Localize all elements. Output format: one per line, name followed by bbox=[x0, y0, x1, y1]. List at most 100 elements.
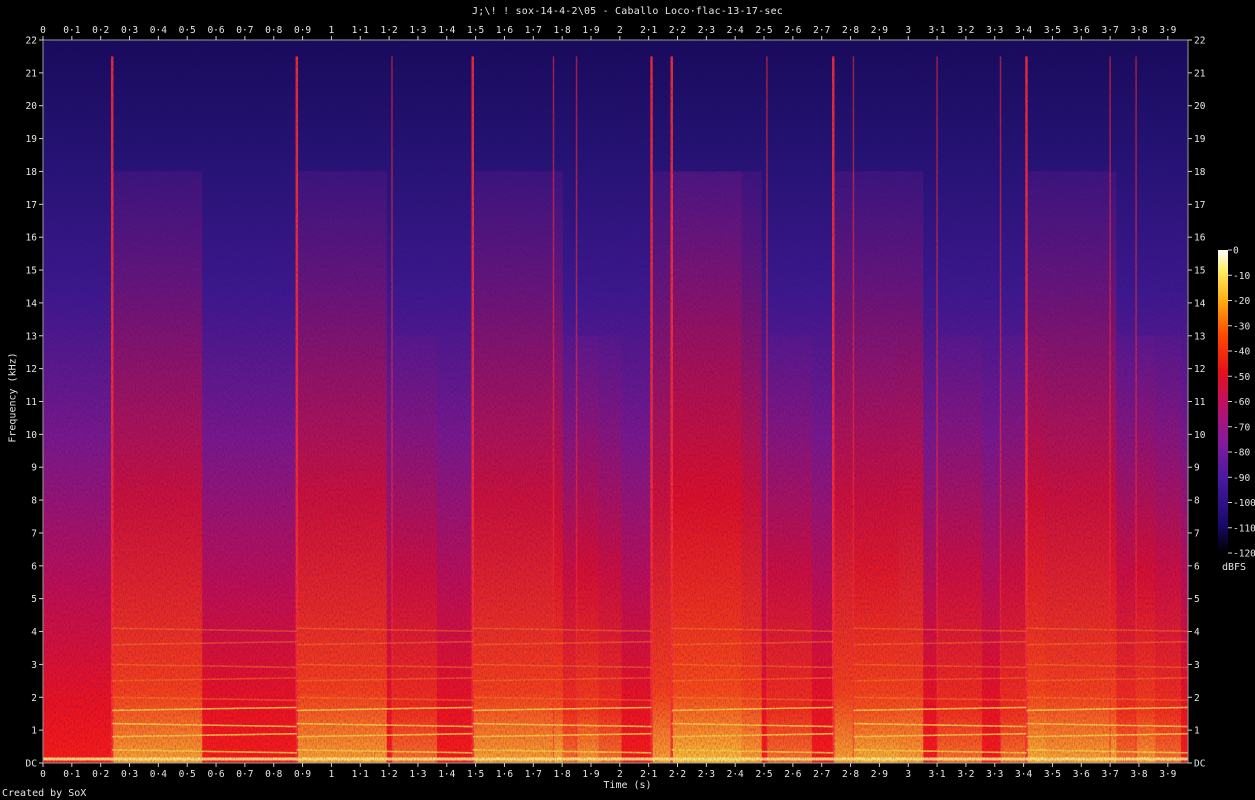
x-tick-label: 1·5 bbox=[467, 25, 484, 36]
colorbar-tick-label: -40 bbox=[1233, 347, 1250, 358]
x-tick-label: 0·5 bbox=[179, 25, 196, 36]
x-tick-label: 0·9 bbox=[294, 769, 311, 780]
y-tick-label: 2 bbox=[31, 693, 37, 704]
y-tick-label: 16 bbox=[1194, 233, 1206, 244]
x-tick-label: 2·8 bbox=[842, 25, 859, 36]
colorbar-tick-label: -70 bbox=[1233, 422, 1250, 433]
x-tick-label: 0·1 bbox=[63, 25, 80, 36]
x-tick-label: 1·4 bbox=[438, 769, 455, 780]
x-tick-label: 3·7 bbox=[1102, 769, 1119, 780]
y-tick-label: 22 bbox=[26, 36, 37, 47]
x-tick-label: 3·8 bbox=[1130, 769, 1147, 780]
y-tick-label: 17 bbox=[26, 200, 37, 211]
y-tick-label: 8 bbox=[31, 496, 37, 507]
x-tick-label: 1·1 bbox=[352, 25, 369, 36]
y-tick-label: 7 bbox=[31, 528, 37, 539]
y-tick-label: 18 bbox=[26, 167, 38, 178]
x-tick-label: 3·1 bbox=[928, 25, 945, 36]
x-tick-label: 3·3 bbox=[986, 769, 1003, 780]
spectrogram-plot-area bbox=[42, 39, 1189, 764]
colorbar-tick-label: -120 bbox=[1233, 549, 1255, 560]
y-tick-label: 11 bbox=[26, 397, 38, 408]
x-tick-label: 1·9 bbox=[582, 25, 599, 36]
x-tick-label: 0·6 bbox=[207, 25, 224, 36]
x-tick-label: 1·1 bbox=[352, 769, 369, 780]
x-tick-label: 1·2 bbox=[381, 769, 398, 780]
x-tick-label: 2·5 bbox=[755, 25, 772, 36]
x-tick-label: 3·5 bbox=[1044, 25, 1061, 36]
x-tick-label: 3·9 bbox=[1159, 769, 1176, 780]
x-tick-label: 3·3 bbox=[986, 25, 1003, 36]
x-tick-label: 3·6 bbox=[1073, 25, 1090, 36]
y-tick-label: 14 bbox=[1194, 298, 1206, 309]
x-tick-label: 1 bbox=[329, 25, 335, 36]
y-tick-label: 15 bbox=[1194, 266, 1205, 277]
colorbar: 0 -10 -20 -30 -40 -50 -60 -70 -80 -90 -100 -110 -120 bbox=[1218, 246, 1255, 560]
x-tick-label: 2·1 bbox=[640, 769, 657, 780]
y-tick-label: 4 bbox=[1194, 627, 1200, 638]
y-tick-label: 8 bbox=[1194, 496, 1200, 507]
x-ticks-bottom: 0 0·1 0·2 0·3 0·4 0·5 0·6 0·7 0·8 0·9 1 1·1 1·2 1·3 1·… bbox=[40, 763, 1177, 780]
x-tick-label: 1·3 bbox=[409, 769, 426, 780]
x-tick-label: 2·7 bbox=[813, 25, 830, 36]
x-tick-label: 3·5 bbox=[1044, 769, 1061, 780]
x-tick-label: 0·1 bbox=[63, 769, 80, 780]
x-tick-label: 0·2 bbox=[92, 769, 109, 780]
x-tick-label: 2·4 bbox=[727, 769, 744, 780]
y-tick-label: 12 bbox=[1194, 364, 1205, 375]
y-tick-label: 15 bbox=[26, 266, 37, 277]
x-tick-label: 1·4 bbox=[438, 25, 455, 36]
x-tick-label: 2·5 bbox=[755, 769, 772, 780]
x-tick-label: 0·8 bbox=[265, 769, 282, 780]
y-tick-label: 12 bbox=[26, 364, 37, 375]
x-tick-label: 2·9 bbox=[871, 25, 888, 36]
y-tick-label: 21 bbox=[26, 68, 38, 79]
x-tick-label: 3·8 bbox=[1130, 25, 1147, 36]
x-tick-label: 2·2 bbox=[669, 25, 686, 36]
x-tick-label: 0·9 bbox=[294, 25, 311, 36]
x-tick-label: 3 bbox=[905, 25, 911, 36]
colorbar-tick-label: -80 bbox=[1233, 448, 1250, 459]
x-tick-label: 2·3 bbox=[698, 25, 715, 36]
colorbar-gradient bbox=[1218, 250, 1228, 553]
colorbar-tick-label: -100 bbox=[1233, 498, 1255, 509]
x-tick-label: 2·7 bbox=[813, 769, 830, 780]
y-tick-label: 10 bbox=[26, 430, 38, 441]
spectrogram-chart: 0 0·1 0·2 0·3 0·4 0·5 0·6 0·7 0·8 0·9 1 1·1 1·2 1·3 1·… bbox=[26, 25, 1255, 780]
noise-texture bbox=[43, 40, 1188, 763]
x-tick-label: 1·5 bbox=[467, 769, 484, 780]
x-ticks-top: 0 0·1 0·2 0·3 0·4 0·5 0·6 0·7 0·8 0·9 1 1·1 1·2 1·3 1·… bbox=[40, 25, 1177, 40]
x-tick-label: 0·2 bbox=[92, 25, 109, 36]
colorbar-tick-label: -30 bbox=[1233, 321, 1250, 332]
x-tick-label: 2·1 bbox=[640, 25, 657, 36]
x-tick-label: 0·3 bbox=[121, 25, 138, 36]
x-tick-label: 2·9 bbox=[871, 769, 888, 780]
x-tick-label: 0·6 bbox=[207, 769, 224, 780]
colorbar-tick-label: -50 bbox=[1233, 372, 1250, 383]
x-tick-label: 1 bbox=[329, 769, 335, 780]
y-tick-label: 6 bbox=[1194, 561, 1200, 572]
x-tick-label: 1·7 bbox=[525, 25, 542, 36]
x-tick-label: 2·8 bbox=[842, 769, 859, 780]
x-tick-label: 3·4 bbox=[1015, 25, 1032, 36]
y-tick-label: 14 bbox=[26, 298, 38, 309]
y-tick-label: 20 bbox=[26, 101, 38, 112]
y-tick-label: 5 bbox=[1194, 594, 1200, 605]
y-tick-label: 2 bbox=[1194, 693, 1200, 704]
colorbar-ticks: 0 -10 -20 -30 -40 -50 -60 -70 -80 -90 -100 -110 -120 bbox=[1228, 246, 1255, 560]
x-tick-label: 0 bbox=[40, 25, 46, 36]
colorbar-tick-label: -90 bbox=[1233, 473, 1250, 484]
x-tick-label: 0·7 bbox=[236, 769, 253, 780]
y-tick-label: 18 bbox=[1194, 167, 1206, 178]
y-tick-label: 20 bbox=[1194, 101, 1206, 112]
colorbar-tick-label: -60 bbox=[1233, 397, 1250, 408]
x-tick-label: 1·9 bbox=[582, 769, 599, 780]
y-tick-label: 3 bbox=[1194, 660, 1200, 671]
y-tick-label: 16 bbox=[26, 233, 38, 244]
y-tick-label: DC bbox=[26, 759, 37, 770]
y-tick-label: 13 bbox=[1194, 331, 1205, 342]
x-tick-label: 1·7 bbox=[525, 769, 542, 780]
x-tick-label: 1·6 bbox=[496, 25, 513, 36]
x-tick-label: 2·4 bbox=[727, 25, 744, 36]
x-tick-label: 2·2 bbox=[669, 769, 686, 780]
